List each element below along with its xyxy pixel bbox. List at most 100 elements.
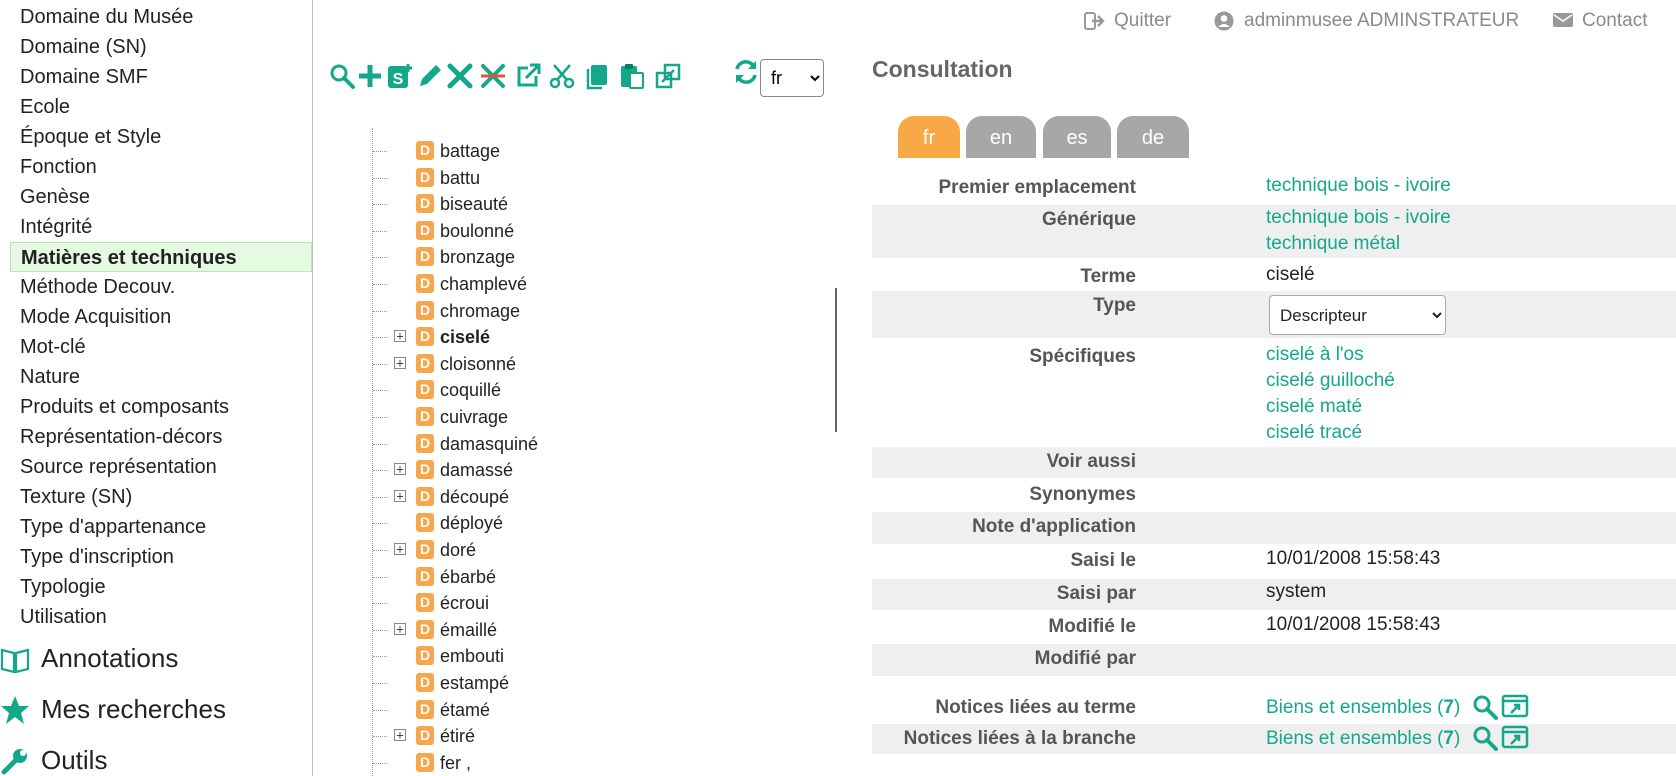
sidebar-item[interactable]: Matières et techniques [10,242,312,272]
tree-node[interactable]: Dembouti [330,643,790,669]
sidebar-item[interactable]: Domaine SMF [10,62,312,92]
sidebar-item[interactable]: Utilisation [10,602,312,632]
tree-node-label[interactable]: déployé [440,510,503,536]
notices-terme-link[interactable]: Biens et ensembles (7) [1266,695,1460,721]
sidebar-item[interactable]: Domaine du Musée [10,2,312,32]
tree-node-label[interactable]: ciselé [440,324,490,350]
tree-node-label[interactable]: ébarbé [440,564,496,590]
tree-node-label[interactable]: cloisonné [440,351,516,377]
tab-es[interactable]: es [1043,116,1111,158]
paste-icon[interactable] [618,62,646,90]
tree-node[interactable]: Dbiseauté [330,191,790,217]
sidebar-item[interactable]: Mode Acquisition [10,302,312,332]
tree-node-label[interactable]: doré [440,537,476,563]
tree-node[interactable]: + Ddamassé [330,457,790,483]
tree-node[interactable]: Décroui [330,590,790,616]
expand-icon[interactable]: + [394,729,406,742]
tree-node[interactable]: + Ddoré [330,537,790,563]
sidebar-item[interactable]: Genèse [10,182,312,212]
sidebar-item[interactable]: Typologie [10,572,312,602]
tree-node-label[interactable]: cuivrage [440,404,508,430]
tree-node-label[interactable]: damasquiné [440,431,538,457]
tree-node[interactable]: Dboulonné [330,218,790,244]
sidebar-item[interactable]: Type d'inscription [10,542,312,572]
tree-node-label[interactable]: étiré [440,723,475,749]
open-external-icon[interactable] [514,62,542,90]
expand-icon[interactable]: + [394,543,406,555]
tree-node-label[interactable]: découpé [440,484,509,510]
tree-node[interactable]: + Ddécoupé [330,484,790,510]
tree-node-label[interactable]: boulonné [440,218,514,244]
specifique-link[interactable]: ciselé à l'os [1266,342,1676,368]
sidebar-item[interactable]: Nature [10,362,312,392]
expand-icon[interactable]: + [394,330,406,343]
tree-node[interactable]: Dchromage [330,298,790,324]
sidebar-item[interactable]: Source représentation [10,452,312,482]
expand-icon[interactable]: + [394,463,406,476]
sidebar-item[interactable]: Ecole [10,92,312,122]
sidebar-item[interactable]: Époque et Style [10,122,312,152]
generique-link[interactable]: technique bois - ivoire [1266,205,1676,231]
tree-node[interactable]: Destampé [330,670,790,696]
tree-node-label[interactable]: écroui [440,590,489,616]
sidebar-item[interactable]: Représentation-décors [10,422,312,452]
cut-icon[interactable] [548,62,576,90]
tree-node[interactable]: Dbattu [330,165,790,191]
expand-icon[interactable]: + [394,489,406,502]
scrollbar[interactable] [835,288,837,432]
open-window-icon[interactable] [1501,693,1529,721]
link-icon[interactable] [654,62,682,90]
tree-node[interactable]: Dchamplevé [330,271,790,297]
sidebar-item[interactable]: Produits et composants [10,392,312,422]
tree-node-label[interactable]: étamé [440,697,490,723]
tree-node[interactable]: Ddamasquiné [330,431,790,457]
open-window-icon[interactable] [1501,724,1529,752]
notices-branche-link[interactable]: Biens et ensembles (7) [1266,726,1460,752]
tree-node-label[interactable]: battage [440,138,500,164]
tree-node[interactable]: Ddéployé [330,510,790,536]
tab-en[interactable]: en [966,116,1036,158]
sidebar-item[interactable]: Texture (SN) [10,482,312,512]
tree-node-label[interactable]: damassé [440,457,513,483]
quit-link[interactable]: Quitter [1084,8,1204,34]
tree-node[interactable]: Dcuivrage [330,404,790,430]
tree-node-label[interactable]: chromage [440,298,520,324]
tree-node-label[interactable]: embouti [440,643,504,669]
search-icon[interactable] [1471,724,1499,752]
tree-node[interactable]: + Détiré [330,723,790,749]
add-specific-icon[interactable]: S [386,62,414,90]
tab-de[interactable]: de [1117,116,1189,158]
add-icon[interactable] [356,62,384,90]
tree-node-label[interactable]: émaillé [440,617,497,643]
tree-node[interactable]: Dfer , [330,750,790,776]
specifique-link[interactable]: ciselé maté [1266,394,1676,420]
generique-link[interactable]: technique métal [1266,231,1676,257]
tree-node[interactable]: Détamé [330,697,790,723]
contact-link[interactable]: Contact [1552,8,1672,34]
tree-node[interactable]: Dbattage [330,138,790,164]
tree-node[interactable]: + Dciselé [330,324,790,350]
tree-node-label[interactable]: estampé [440,670,509,696]
tree-node-label[interactable]: fer , [440,750,471,776]
specifique-link[interactable]: ciselé tracé [1266,420,1676,446]
tree-node[interactable]: Dcoquillé [330,377,790,403]
user-link[interactable]: adminmusee ADMINSTRATEUR [1214,8,1519,34]
tree-node[interactable]: Débarbé [330,564,790,590]
expand-icon[interactable]: + [394,356,406,369]
language-select[interactable]: fr [760,59,824,97]
type-select[interactable]: Descripteur [1269,295,1446,335]
tree-node[interactable]: Dbronzage [330,244,790,270]
sidebar-item[interactable]: Fonction [10,152,312,182]
sidebar-item[interactable]: Type d'appartenance [10,512,312,542]
sidebar-item[interactable]: Mot-clé [10,332,312,362]
delete-branch-icon[interactable] [479,62,507,90]
sidebar-item[interactable]: Méthode Decouv. [10,272,312,302]
copy-icon[interactable] [584,62,612,90]
search-icon[interactable] [328,62,356,90]
tree-node-label[interactable]: biseauté [440,191,508,217]
expand-icon[interactable]: + [394,622,406,635]
specifique-link[interactable]: ciselé guilloché [1266,368,1676,394]
tree-node-label[interactable]: champlevé [440,271,527,297]
edit-icon[interactable] [416,62,444,90]
sidebar-item[interactable]: Domaine (SN) [10,32,312,62]
